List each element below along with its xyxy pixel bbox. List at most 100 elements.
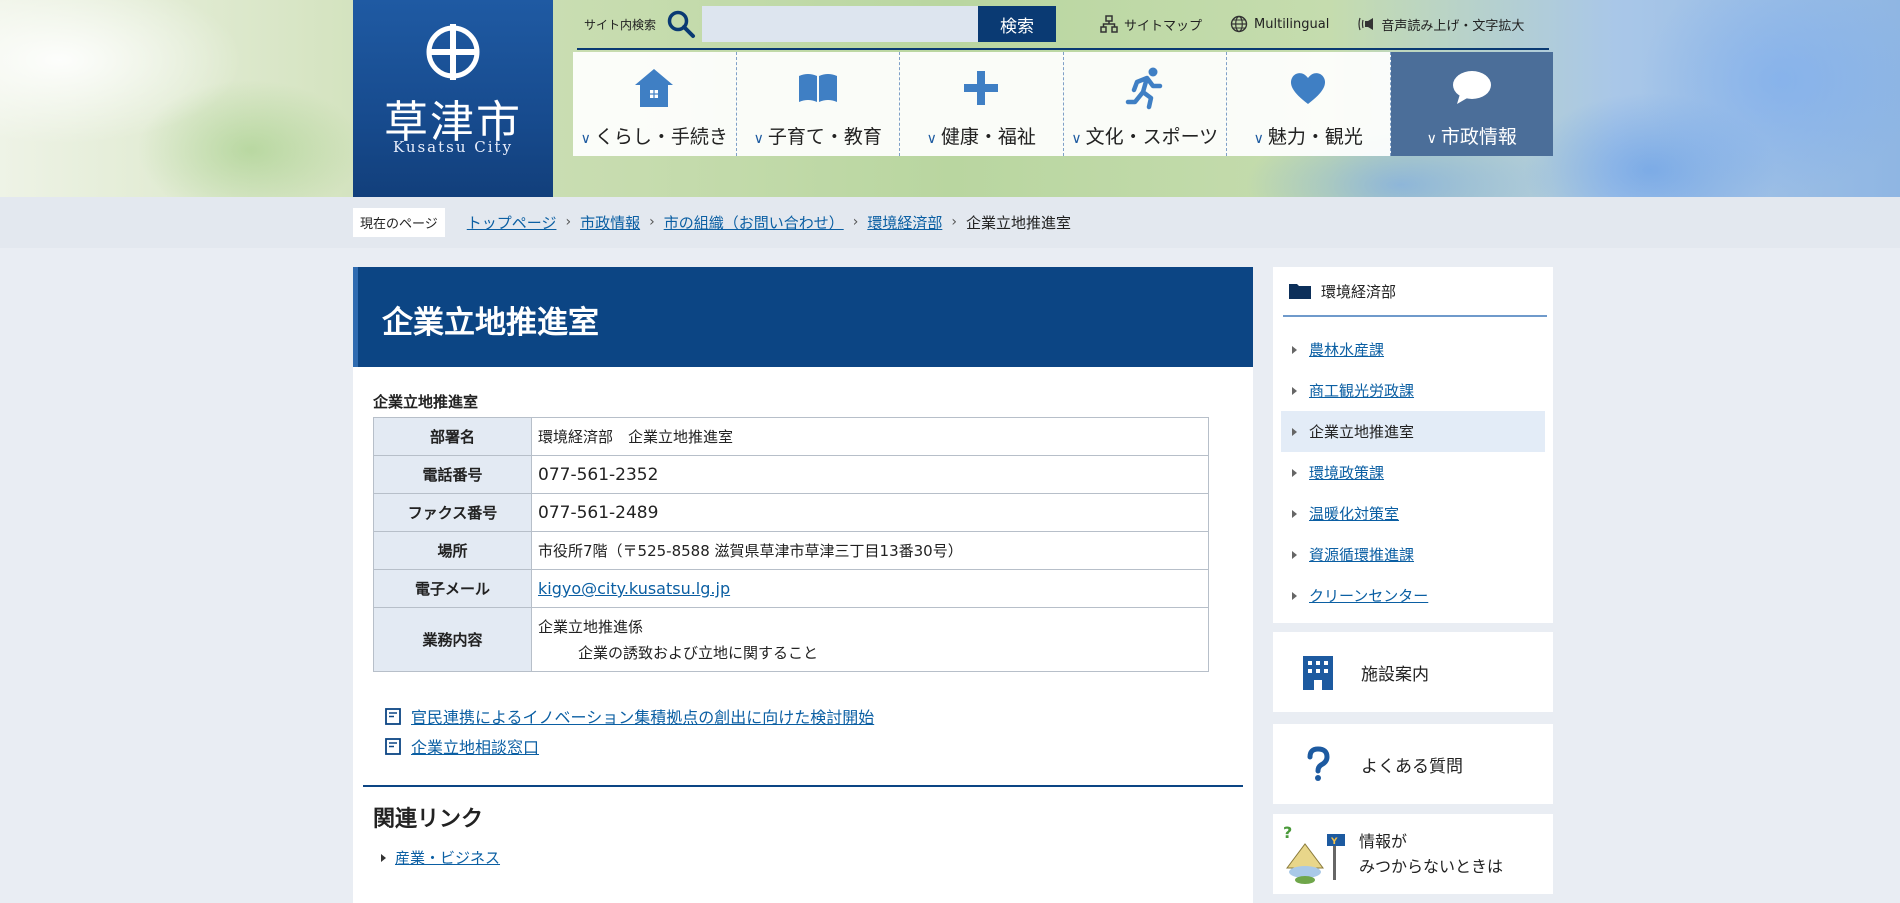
contact-info-table: 部署名 環境経済部 企業立地推進室 電話番号 077-561-2352 ファクス… — [373, 417, 1209, 672]
global-nav: ∨ くらし・手続き ∨ 子育て・教育 ∨ 健康・福祉 ∨ 文化・スポーツ ∨ 魅力・観光 — [573, 52, 1553, 156]
breadcrumb-link-department[interactable]: 環境経済部 — [867, 212, 942, 233]
sitemap-link[interactable]: サイトマップ — [1100, 15, 1202, 34]
list-item: 企業立地相談窓口 — [385, 731, 874, 761]
breadcrumb-current: 企業立地推進室 — [965, 213, 1071, 232]
document-icon — [385, 737, 401, 755]
nav-item-tourism[interactable]: ∨ 魅力・観光 — [1227, 52, 1391, 156]
not-found-help-button[interactable]: ? Y 情報が みつからないときは — [1273, 814, 1553, 894]
place-value: 市役所7階（〒525-8588 滋賀県草津市草津三丁目13番30号） — [531, 531, 1209, 570]
sidebar-link[interactable]: 農林水産課 — [1309, 339, 1384, 360]
accessibility-label: 音声読み上げ・文字拡大 — [1381, 18, 1525, 34]
dept-value: 環境経済部 企業立地推進室 — [531, 417, 1209, 456]
breadcrumb-link-top[interactable]: トップページ — [467, 212, 557, 233]
not-found-line1: 情報が — [1359, 832, 1408, 851]
list-item: 官民連携によるイノベーション集積拠点の創出に向けた検討開始 — [385, 701, 874, 731]
nav-item-culture[interactable]: ∨ 文化・スポーツ — [1064, 52, 1227, 156]
sidebar-link[interactable]: 温暖化対策室 — [1309, 503, 1399, 524]
nav-item-health[interactable]: ∨ 健康・福祉 — [900, 52, 1064, 156]
caret-right-icon — [381, 853, 386, 862]
duty-cell: 企業立地推進係 企業の誘致および立地に関すること — [531, 607, 1209, 672]
sidebar-link[interactable]: 資源循環推進課 — [1309, 544, 1414, 565]
book-icon — [798, 74, 837, 102]
breadcrumb: 現在のページ トップページ › 市政情報 › 市の組織（お問い合わせ） › 環境… — [353, 207, 1071, 237]
accessibility-link[interactable]: 音声読み上げ・文字拡大 — [1357, 15, 1524, 34]
table-caption: 企業立地推進室 — [373, 393, 479, 411]
speech-bubble-icon — [1452, 71, 1491, 104]
fax-label: ファクス番号 — [373, 493, 532, 532]
utility-links: サイトマップ Multilingual 音声読み上げ・文字拡大 — [1100, 15, 1524, 34]
sidebar-item-agriculture: 農林水産課 — [1281, 329, 1545, 370]
folder-icon — [1289, 284, 1311, 299]
related-links-heading: 関連リンク — [373, 807, 484, 832]
sidebar-heading: 環境経済部 — [1283, 267, 1547, 317]
nav-label: ∨ 文化・スポーツ — [1071, 126, 1219, 148]
table-row: ファクス番号 077-561-2489 — [373, 493, 1209, 532]
sidebar-link[interactable]: 環境政策課 — [1309, 462, 1384, 483]
email-cell: kigyo@city.kusatsu.lg.jp — [531, 569, 1209, 608]
list-item: 産業・ビジネス — [381, 847, 500, 868]
table-row: 業務内容 企業立地推進係 企業の誘致および立地に関すること — [373, 607, 1209, 672]
multilingual-link[interactable]: Multilingual — [1230, 15, 1329, 33]
email-link[interactable]: kigyo@city.kusatsu.lg.jp — [538, 579, 730, 598]
not-found-line2: みつからないときは — [1359, 857, 1504, 876]
chevron-right-icon: › — [565, 214, 572, 230]
table-row: 電子メール kigyo@city.kusatsu.lg.jp — [373, 569, 1209, 608]
tel-label: 電話番号 — [373, 455, 532, 494]
question-mark-icon — [1307, 746, 1330, 781]
nav-label: ∨ 魅力・観光 — [1253, 126, 1363, 148]
search-label: サイト内検索 — [584, 17, 657, 32]
sidebar-heading-label: 環境経済部 — [1321, 282, 1397, 301]
related-link-industry[interactable]: 産業・ビジネス — [395, 847, 500, 868]
document-links: 官民連携によるイノベーション集積拠点の創出に向けた検討開始 企業立地相談窓口 — [385, 701, 874, 761]
search-icon — [667, 10, 696, 38]
sitemap-icon — [1100, 15, 1118, 33]
breadcrumb-link-city-info[interactable]: 市政情報 — [580, 212, 640, 233]
email-label: 電子メール — [373, 569, 532, 608]
facility-guide-button[interactable]: 施設案内 — [1273, 632, 1553, 712]
caret-right-icon — [1292, 550, 1297, 559]
sidebar-link[interactable]: 商工観光労政課 — [1309, 380, 1414, 401]
doc-link-innovation[interactable]: 官民連携によるイノベーション集積拠点の創出に向けた検討開始 — [411, 704, 874, 728]
heart-icon — [1291, 73, 1326, 104]
globe-icon — [1230, 15, 1248, 33]
page-title: 企業立地推進室 — [382, 305, 599, 341]
duty-description: 企業の誘致および立地に関すること — [578, 644, 819, 662]
not-found-label: 情報が みつからないときは — [1359, 829, 1503, 879]
nav-label: ∨ 市政情報 — [1426, 126, 1517, 148]
svg-text:Y: Y — [1330, 837, 1338, 847]
caret-right-icon — [1292, 427, 1297, 436]
caret-right-icon — [1292, 345, 1297, 354]
table-row: 場所 市役所7階（〒525-8588 滋賀県草津市草津三丁目13番30号） — [373, 531, 1209, 570]
caret-right-icon — [1292, 509, 1297, 518]
mascot-icon: ? Y — [1283, 823, 1345, 884]
sitemap-label: サイトマップ — [1124, 18, 1203, 34]
department-sidebar: 環境経済部 農林水産課 商工観光労政課 企業立地推進室 環境政策課 温暖化対策室… — [1273, 267, 1553, 623]
faq-button[interactable]: よくある質問 — [1273, 724, 1553, 804]
site-logo[interactable]: 草津市 Kusatsu City — [353, 0, 553, 197]
caret-right-icon — [1292, 386, 1297, 395]
sidebar-item-recycling: 資源循環推進課 — [1281, 534, 1545, 575]
chevron-right-icon: › — [852, 214, 859, 230]
nav-label: ∨ くらし・手続き — [580, 126, 728, 148]
building-icon — [1303, 656, 1333, 690]
svg-text:?: ? — [1283, 823, 1292, 842]
sidebar-item-climate: 温暖化対策室 — [1281, 493, 1545, 534]
doc-link-consultation[interactable]: 企業立地相談窓口 — [411, 734, 539, 758]
sidebar-link[interactable]: クリーンセンター — [1309, 585, 1428, 606]
breadcrumb-label: 現在のページ — [353, 207, 445, 237]
house-icon — [635, 69, 674, 107]
nav-item-city-info[interactable]: ∨ 市政情報 — [1390, 52, 1553, 156]
table-row: 電話番号 077-561-2352 — [373, 455, 1209, 494]
search-input[interactable] — [702, 6, 979, 42]
caret-right-icon — [1292, 591, 1297, 600]
related-divider — [363, 785, 1243, 787]
caret-right-icon — [1292, 468, 1297, 477]
breadcrumb-link-organization[interactable]: 市の組織（お問い合わせ） — [664, 212, 844, 233]
chevron-right-icon: › — [649, 214, 655, 230]
main-content: 企業立地推進室 企業立地推進室 部署名 環境経済部 企業立地推進室 電話番号 0… — [353, 267, 1253, 903]
search-button[interactable]: 検索 — [978, 6, 1057, 42]
nav-item-childcare[interactable]: ∨ 子育て・教育 — [737, 52, 900, 156]
nav-label: ∨ 子育て・教育 — [753, 126, 882, 148]
sidebar-item-commerce: 商工観光労政課 — [1281, 370, 1545, 411]
nav-item-living[interactable]: ∨ くらし・手続き — [573, 52, 737, 156]
